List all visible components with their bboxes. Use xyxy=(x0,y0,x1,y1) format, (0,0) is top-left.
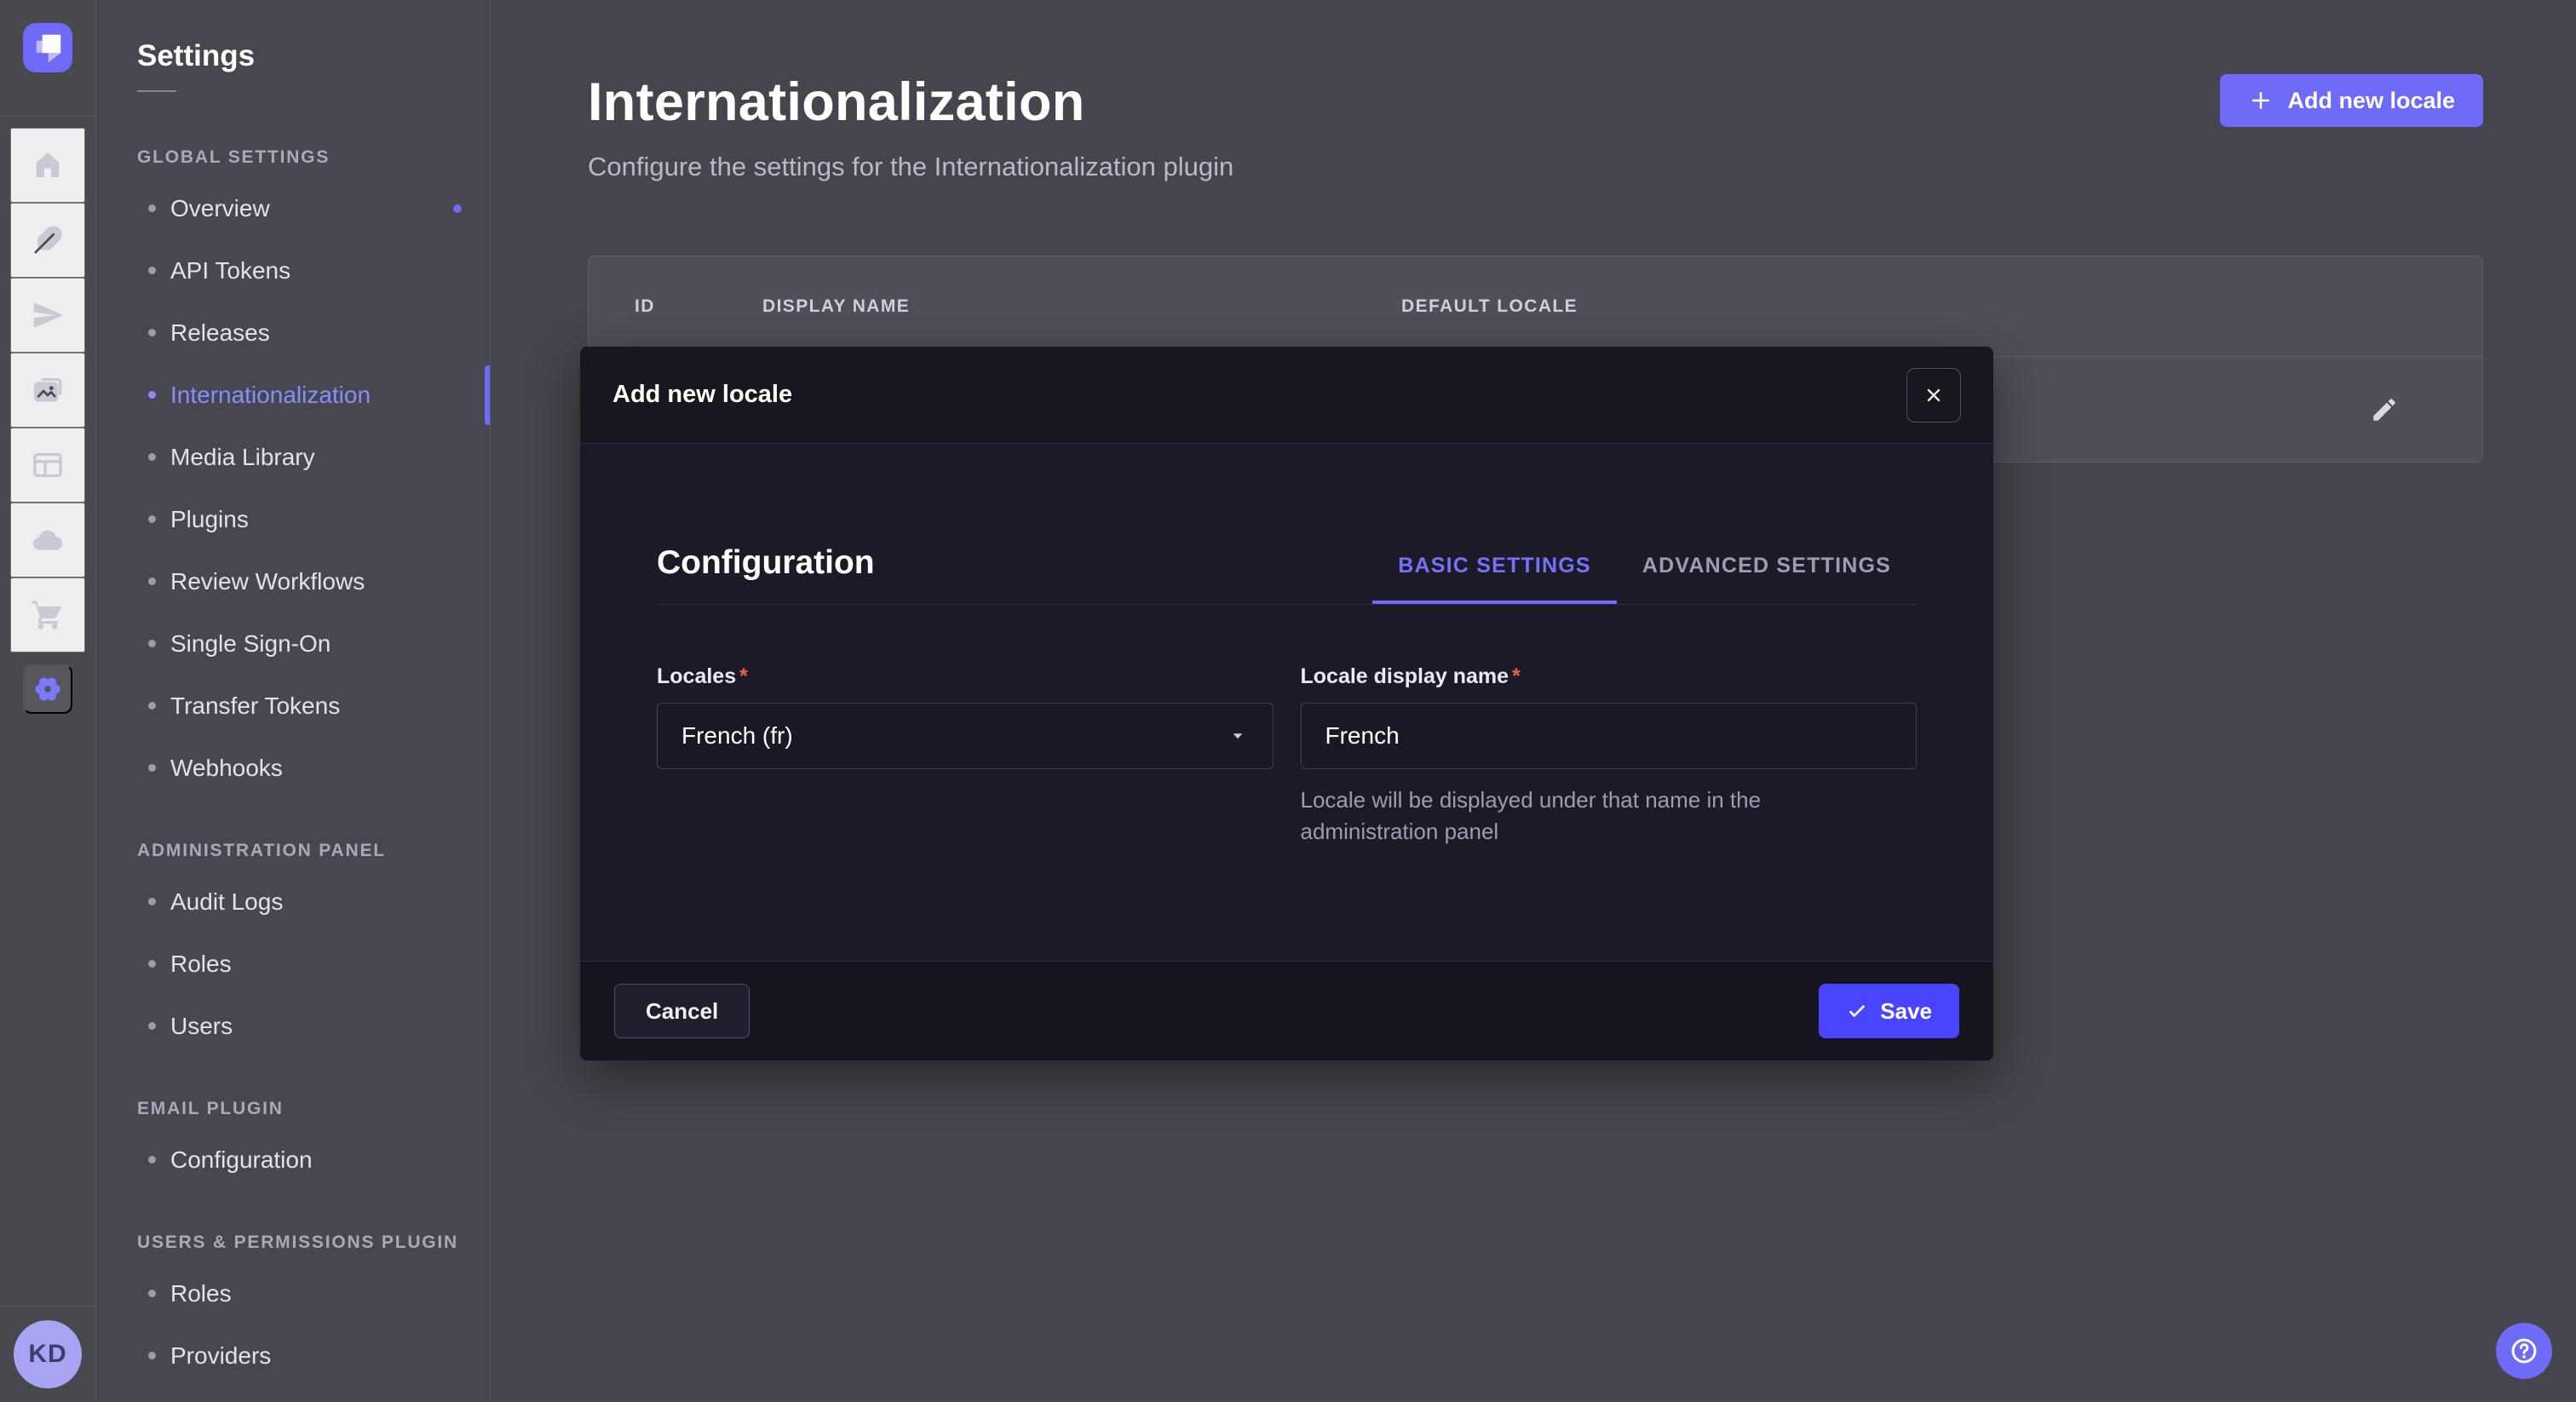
locale-form: Locales* French (fr) Locale display name… xyxy=(657,664,1917,848)
bullet-icon xyxy=(148,898,156,905)
required-asterisk: * xyxy=(739,664,748,689)
modal-header: Add new locale xyxy=(580,347,1993,444)
content-type-builder-icon[interactable] xyxy=(10,428,85,503)
tab-basic-settings[interactable]: BASIC SETTINGS xyxy=(1372,554,1617,604)
chevron-down-icon xyxy=(1227,725,1249,747)
settings-sidebar: Settings GLOBAL SETTINGS Overview API To… xyxy=(97,0,491,1402)
sidebar-item-transfer-tokens[interactable]: Transfer Tokens xyxy=(97,675,490,737)
bullet-icon xyxy=(148,1290,156,1297)
display-name-input[interactable] xyxy=(1301,703,1918,769)
releases-icon[interactable] xyxy=(10,278,85,353)
title-divider xyxy=(137,90,176,92)
user-avatar[interactable]: KD xyxy=(14,1320,82,1388)
bullet-icon xyxy=(148,391,156,399)
section-label: USERS & PERMISSIONS PLUGIN xyxy=(97,1230,490,1255)
table-header-row: ID DISPLAY NAME DEFAULT LOCALE xyxy=(589,256,2482,357)
locales-label: Locales* xyxy=(657,664,1274,689)
sidebar-item-admin-roles[interactable]: Roles xyxy=(97,933,490,995)
sidebar-item-admin-users[interactable]: Users xyxy=(97,995,490,1057)
bullet-icon xyxy=(148,764,156,772)
bullet-icon xyxy=(148,702,156,710)
sidebar-item-media-library[interactable]: Media Library xyxy=(97,426,490,488)
cancel-button[interactable]: Cancel xyxy=(614,984,750,1038)
configuration-title: Configuration xyxy=(657,544,875,604)
column-header-id: ID xyxy=(635,296,762,317)
bullet-icon xyxy=(148,267,156,274)
sidebar-item-plugins[interactable]: Plugins xyxy=(97,488,490,550)
page-title: Internationalization xyxy=(588,72,1233,133)
sidebar-item-email-configuration[interactable]: Configuration xyxy=(97,1129,490,1191)
edit-locale-button[interactable] xyxy=(2370,395,2399,424)
configuration-header: Configuration BASIC SETTINGS ADVANCED SE… xyxy=(657,544,1917,605)
settings-icon[interactable] xyxy=(23,664,72,714)
bullet-icon xyxy=(148,1156,156,1164)
main-nav-rail: KD xyxy=(0,0,96,1402)
section-label: GLOBAL SETTINGS xyxy=(97,145,490,170)
active-indicator xyxy=(485,365,491,425)
add-locale-modal: Add new locale Configuration BASIC SETTI… xyxy=(580,347,1993,1060)
bullet-icon xyxy=(148,515,156,523)
media-library-icon[interactable] xyxy=(10,353,85,428)
cloud-icon[interactable] xyxy=(10,503,85,577)
plus-icon xyxy=(2248,88,2274,113)
bullet-icon xyxy=(148,640,156,647)
bullet-icon xyxy=(148,577,156,585)
display-name-hint: Locale will be displayed under that name… xyxy=(1301,784,1897,848)
sidebar-item-audit-logs[interactable]: Audit Logs xyxy=(97,871,490,933)
help-icon xyxy=(2509,1336,2539,1366)
save-button[interactable]: Save xyxy=(1819,984,1959,1038)
section-label: ADMINISTRATION PANEL xyxy=(97,838,490,864)
modal-footer: Cancel Save xyxy=(580,961,1993,1060)
section-label: EMAIL PLUGIN xyxy=(97,1096,490,1122)
strapi-logo[interactable] xyxy=(23,23,72,72)
required-asterisk: * xyxy=(1512,664,1521,689)
bullet-icon xyxy=(148,960,156,968)
section-global-settings: GLOBAL SETTINGS Overview API Tokens Rele… xyxy=(97,145,490,799)
page-header: Internationalization Configure the setti… xyxy=(588,72,2483,182)
add-new-locale-button[interactable]: Add new locale xyxy=(2220,74,2483,127)
section-administration-panel: ADMINISTRATION PANEL Audit Logs Roles Us… xyxy=(97,838,490,1057)
close-icon xyxy=(1923,385,1944,405)
tab-advanced-settings[interactable]: ADVANCED SETTINGS xyxy=(1617,554,1917,604)
bullet-icon xyxy=(148,204,156,212)
check-icon xyxy=(1846,1000,1868,1022)
settings-tabs: BASIC SETTINGS ADVANCED SETTINGS xyxy=(1372,554,1917,604)
bullet-icon xyxy=(148,1352,156,1359)
help-button[interactable] xyxy=(2496,1323,2552,1379)
sidebar-item-up-roles[interactable]: Roles xyxy=(97,1262,490,1324)
sidebar-item-review-workflows[interactable]: Review Workflows xyxy=(97,550,490,612)
sidebar-title: Settings xyxy=(97,39,490,73)
sidebar-item-up-providers[interactable]: Providers xyxy=(97,1324,490,1387)
marketplace-icon[interactable] xyxy=(10,577,85,652)
pencil-icon xyxy=(2370,395,2399,424)
content-manager-icon[interactable] xyxy=(10,203,85,278)
sidebar-item-single-sign-on[interactable]: Single Sign-On xyxy=(97,612,490,675)
column-header-default-locale: DEFAULT LOCALE xyxy=(1401,296,2436,317)
section-users-permissions-plugin: USERS & PERMISSIONS PLUGIN Roles Provide… xyxy=(97,1230,490,1387)
locales-select[interactable]: French (fr) xyxy=(657,703,1274,769)
sidebar-item-api-tokens[interactable]: API Tokens xyxy=(97,239,490,302)
page-subtitle: Configure the settings for the Internati… xyxy=(588,152,1233,182)
column-header-display-name: DISPLAY NAME xyxy=(762,296,1401,317)
sidebar-item-webhooks[interactable]: Webhooks xyxy=(97,737,490,799)
notification-dot xyxy=(453,204,462,213)
sidebar-item-overview[interactable]: Overview xyxy=(97,177,490,239)
close-button[interactable] xyxy=(1906,368,1961,422)
section-email-plugin: EMAIL PLUGIN Configuration xyxy=(97,1096,490,1191)
display-name-label: Locale display name* xyxy=(1301,664,1918,689)
bullet-icon xyxy=(148,1022,156,1030)
sidebar-item-internationalization[interactable]: Internationalization xyxy=(97,364,490,426)
bullet-icon xyxy=(148,329,156,336)
modal-body: Configuration BASIC SETTINGS ADVANCED SE… xyxy=(580,544,1993,848)
sidebar-item-releases[interactable]: Releases xyxy=(97,302,490,364)
home-icon[interactable] xyxy=(10,128,85,203)
bullet-icon xyxy=(148,453,156,461)
modal-title: Add new locale xyxy=(612,381,792,409)
